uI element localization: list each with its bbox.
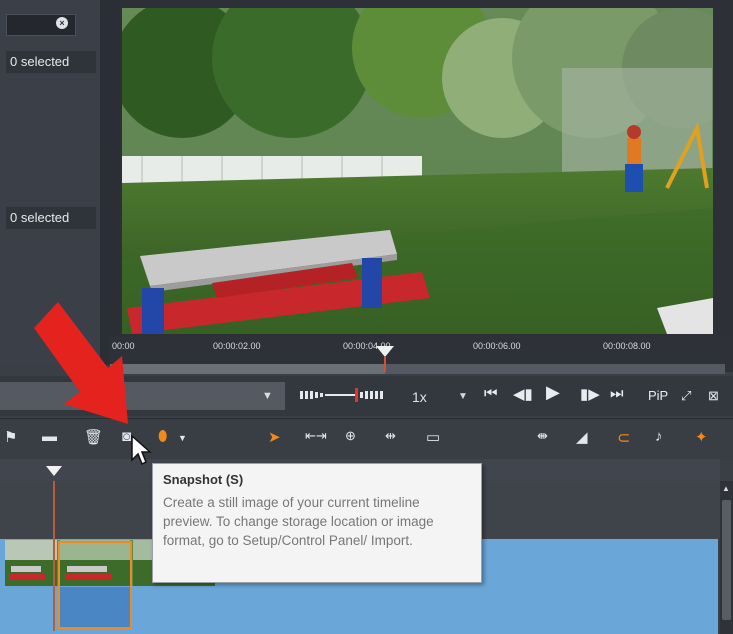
magnet-icon[interactable]: ⊂	[617, 428, 630, 448]
go-to-end-icon[interactable]: ⏭	[610, 385, 624, 402]
pointer-icon[interactable]: ➤	[268, 428, 281, 446]
clip-audio-lane	[60, 587, 130, 627]
video-preview	[122, 8, 713, 334]
tooltip-title: Snapshot (S)	[163, 472, 244, 487]
color-marker-icon[interactable]: ⬮	[158, 428, 167, 445]
aspect-icon[interactable]: ▭	[426, 428, 440, 446]
ruler-tick-label: 00:00:02.00	[213, 341, 261, 351]
preview-playhead-line	[384, 356, 386, 372]
shuttle-jog-control[interactable]	[298, 386, 394, 404]
split-icon[interactable]: ⊕	[345, 428, 356, 444]
playback-speed[interactable]: 1x	[412, 389, 427, 405]
tooltip-body: Create a still image of your current tim…	[163, 495, 434, 548]
fullscreen-icon[interactable]: ⤢	[681, 388, 691, 404]
ripple-icon[interactable]: ⇼	[537, 428, 548, 444]
scroll-up-icon[interactable]: ▲	[722, 484, 730, 493]
step-back-icon[interactable]: ◀▮	[513, 385, 533, 403]
delete-icon[interactable]: 🗑	[84, 428, 103, 446]
scrollbar-thumb[interactable]	[722, 500, 731, 620]
selection-count-top: 0 selected	[6, 51, 96, 73]
clear-search-icon[interactable]: ×	[56, 17, 68, 29]
crop-icon[interactable]: ⊠	[708, 388, 719, 404]
storyboard-icon[interactable]: ▬	[42, 428, 57, 445]
annotation-arrow	[30, 300, 140, 430]
chevron-down-icon[interactable]: ▼	[262, 390, 273, 402]
marker-icon[interactable]: ⚑	[4, 428, 17, 446]
ruler-tick-label: 00:00:06.00	[473, 341, 521, 351]
snapshot-tooltip: Snapshot (S) Create a still image of you…	[152, 463, 482, 583]
chevron-down-icon[interactable]: ▼	[458, 391, 468, 402]
audio-icon[interactable]: ♪	[655, 428, 663, 445]
chevron-down-icon[interactable]: ▼	[178, 433, 187, 443]
timeline-playhead[interactable]	[46, 466, 62, 476]
ruler-tick-label: 00:00:08.00	[603, 341, 651, 351]
pip-button[interactable]: PiP	[648, 388, 668, 403]
slip-icon[interactable]: ⇹	[385, 428, 396, 444]
play-icon[interactable]: ▶	[546, 382, 560, 403]
more-icon[interactable]: ✦	[695, 428, 708, 446]
transition-icon[interactable]: ◢	[576, 428, 588, 446]
go-to-start-icon[interactable]: ⏮	[484, 385, 498, 402]
scrub-progress	[110, 364, 385, 374]
timeline-playhead-line	[53, 481, 55, 631]
mouse-cursor-icon	[128, 434, 154, 468]
selection-count-bottom: 0 selected	[6, 207, 96, 229]
trim-icon[interactable]: ⇤⇥	[305, 428, 327, 444]
step-forward-icon[interactable]: ▮▶	[580, 385, 600, 403]
